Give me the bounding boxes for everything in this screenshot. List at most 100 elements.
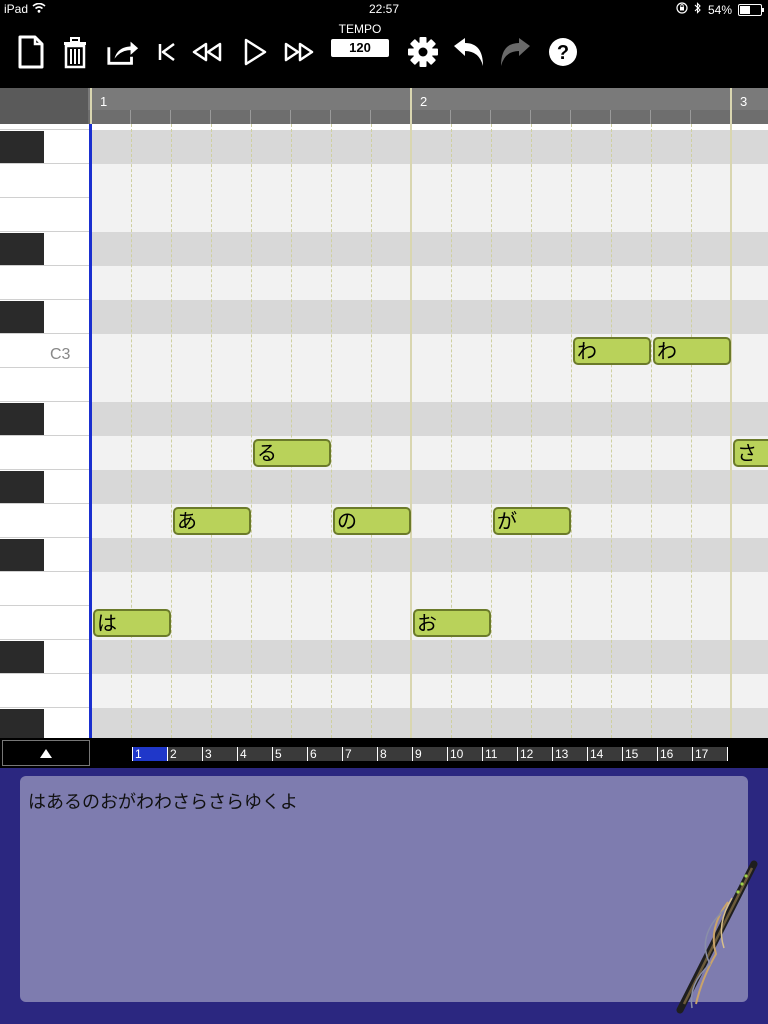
toolbar: TEMPO 120 ? [0, 20, 768, 88]
measure-cell[interactable]: 4 [237, 747, 272, 761]
tempo-value[interactable]: 120 [331, 39, 389, 57]
status-bar: iPad 22:57 54% [0, 0, 768, 20]
measure-cell[interactable]: 11 [482, 747, 517, 761]
measure-cell[interactable]: 14 [587, 747, 622, 761]
triangle-up-icon [40, 748, 52, 758]
export-button[interactable] [106, 34, 140, 70]
piano-keyboard[interactable]: C3 [0, 124, 91, 738]
ruler-tick [370, 110, 371, 124]
new-file-button[interactable] [14, 34, 48, 70]
black-key[interactable] [0, 233, 44, 265]
black-key[interactable] [0, 539, 44, 571]
grid-row[interactable] [91, 640, 768, 674]
white-key[interactable] [0, 334, 90, 368]
ruler-tick [570, 110, 571, 124]
white-key[interactable] [0, 436, 90, 470]
grid-row[interactable] [91, 402, 768, 436]
beat-line [251, 124, 252, 738]
measure-cell[interactable]: 5 [272, 747, 307, 761]
note-block[interactable]: お [413, 609, 491, 637]
ruler-tick [290, 110, 291, 124]
toggle-panel-button[interactable] [2, 740, 90, 766]
measure-cell[interactable]: 15 [622, 747, 657, 761]
measure-cell[interactable]: 10 [447, 747, 482, 761]
white-key[interactable] [0, 266, 90, 300]
grid-row[interactable] [91, 572, 768, 606]
grid-row[interactable] [91, 232, 768, 266]
settings-button[interactable] [406, 34, 440, 70]
grid-row[interactable] [91, 164, 768, 198]
beat-line [291, 124, 292, 738]
grid-row[interactable] [91, 266, 768, 300]
grid-row[interactable] [91, 708, 768, 738]
white-key[interactable] [0, 164, 90, 198]
beat-line [451, 124, 452, 738]
white-key[interactable] [0, 368, 90, 402]
delete-button[interactable] [58, 34, 92, 70]
ruler-tick [330, 110, 331, 124]
bar-number-2: 2 [420, 94, 428, 109]
note-block[interactable]: る [253, 439, 331, 467]
rewind-button[interactable] [190, 34, 224, 70]
play-button[interactable] [238, 34, 272, 70]
playhead[interactable] [89, 124, 92, 738]
battery-icon [738, 3, 764, 16]
white-key[interactable] [0, 606, 90, 640]
grid-row[interactable] [91, 368, 768, 402]
note-block[interactable]: あ [173, 507, 251, 535]
measure-cell[interactable]: 6 [307, 747, 342, 761]
measure-strip[interactable]: 1 2 3 4 5 6 7 8 9 10 11 12 13 14 15 16 17 [132, 747, 728, 761]
lyrics-text[interactable]: はあるのおがわわさらさらゆくよ [28, 788, 298, 814]
grid-row[interactable] [91, 130, 768, 164]
grid-row[interactable] [91, 198, 768, 232]
measure-cell[interactable]: 12 [517, 747, 552, 761]
tempo-control[interactable]: TEMPO 120 [330, 20, 390, 57]
timeline-ruler[interactable]: 1 2 3 [0, 88, 768, 124]
note-block[interactable]: は [93, 609, 171, 637]
grid-row[interactable] [91, 674, 768, 708]
fast-forward-button[interactable] [282, 34, 316, 70]
measure-cell[interactable]: 1 [132, 747, 167, 761]
black-key[interactable] [0, 403, 44, 435]
grid-row[interactable] [91, 300, 768, 334]
measure-cell[interactable]: 17 [692, 747, 727, 761]
measure-cell[interactable]: 7 [342, 747, 377, 761]
ruler-tick [170, 110, 171, 124]
white-key[interactable] [0, 572, 90, 606]
go-to-start-button[interactable] [150, 34, 184, 70]
note-block[interactable]: わ [653, 337, 731, 365]
black-key[interactable] [0, 301, 44, 333]
note-grid[interactable]: は あ るのお が わわさ [90, 124, 768, 738]
black-key[interactable] [0, 641, 44, 673]
measure-cell[interactable]: 2 [167, 747, 202, 761]
measure-cell[interactable]: 13 [552, 747, 587, 761]
lyrics-panel: はあるのおがわわさらさらゆくよ [0, 768, 768, 1024]
piano-roll[interactable]: は あ るのお が わわさ C3 [0, 124, 768, 738]
ruler-bar-line [730, 88, 732, 124]
white-key[interactable] [0, 504, 90, 538]
measure-cell[interactable]: 9 [412, 747, 447, 761]
help-button[interactable]: ? [546, 34, 580, 70]
lyrics-box[interactable]: はあるのおがわわさらさらゆくよ [20, 776, 748, 1002]
grid-row[interactable] [91, 538, 768, 572]
grid-row[interactable] [91, 436, 768, 470]
note-block[interactable]: の [333, 507, 411, 535]
white-key[interactable] [0, 198, 90, 232]
black-key[interactable] [0, 471, 44, 503]
measure-cell[interactable]: 8 [377, 747, 412, 761]
black-key[interactable] [0, 131, 44, 163]
note-block[interactable]: さ [733, 439, 768, 467]
redo-icon [501, 38, 530, 66]
flute-decoration [676, 860, 758, 1014]
undo-button[interactable] [452, 34, 486, 70]
grid-row[interactable] [91, 470, 768, 504]
note-block[interactable]: が [493, 507, 571, 535]
black-key[interactable] [0, 709, 44, 738]
redo-button[interactable] [498, 34, 532, 70]
measure-cell[interactable]: 3 [202, 747, 237, 761]
white-key[interactable] [0, 674, 90, 708]
measure-strip-end [727, 747, 728, 761]
measure-cell[interactable]: 16 [657, 747, 692, 761]
note-block[interactable]: わ [573, 337, 651, 365]
ruler-tick [530, 110, 531, 124]
